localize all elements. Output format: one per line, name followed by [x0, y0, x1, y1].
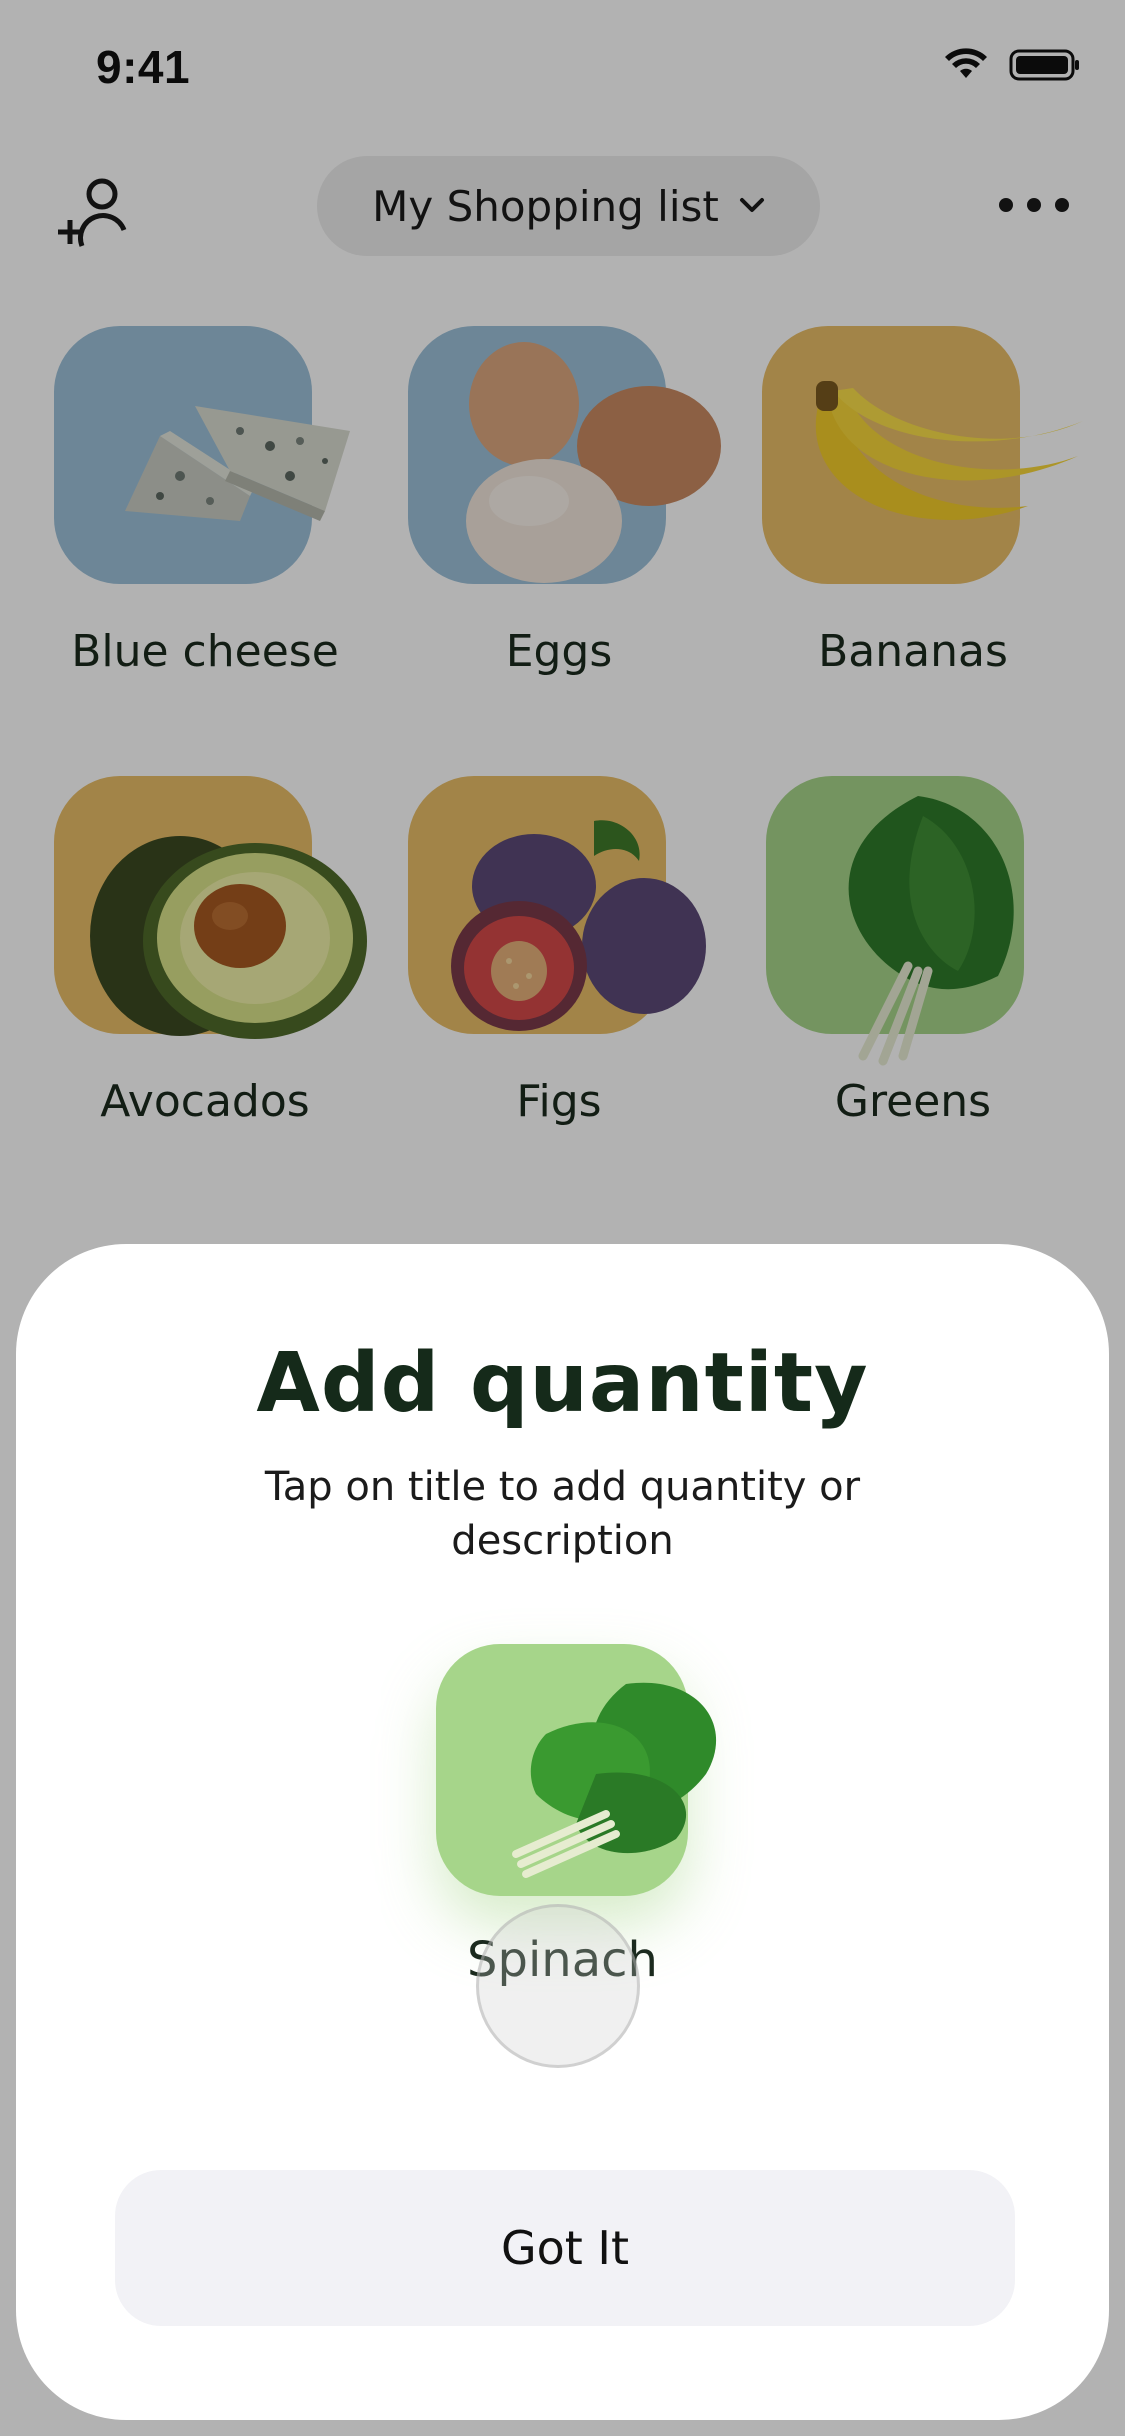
tap-indicator: [476, 1904, 640, 2068]
sheet-subtitle: Tap on title to add quantity or descript…: [264, 1464, 861, 1564]
got-it-label: Got It: [500, 2221, 630, 2275]
spinach-image: [512, 1682, 717, 1878]
got-it-button[interactable]: Got It: [115, 2170, 1015, 2326]
add-quantity-sheet: Add quantity Tap on title to add quantit…: [16, 1244, 1109, 2420]
sheet-title: Add quantity: [256, 1336, 869, 1431]
